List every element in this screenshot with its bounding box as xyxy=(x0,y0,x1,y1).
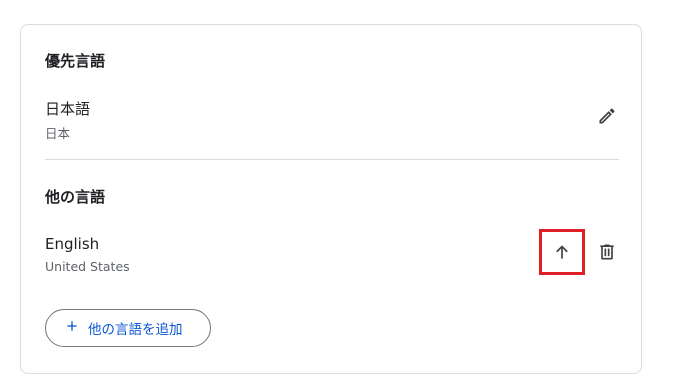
other-language-region: United States xyxy=(45,259,130,274)
preferred-language-region: 日本 xyxy=(45,126,71,141)
add-language-label: 他の言語を追加 xyxy=(88,322,183,338)
add-language-button[interactable]: 他の言語を追加 xyxy=(45,309,211,347)
language-card: 優先言語 日本語 日本 他の言語 English United States 他… xyxy=(20,24,642,374)
preferred-language-heading: 優先言語 xyxy=(45,52,106,70)
section-divider xyxy=(45,159,619,160)
highlight-box xyxy=(539,229,585,275)
pencil-icon xyxy=(597,106,617,126)
edit-preferred-language-button[interactable] xyxy=(592,101,622,131)
other-languages-heading: 他の言語 xyxy=(45,188,106,206)
trash-icon xyxy=(597,242,617,262)
preferred-language-name: 日本語 xyxy=(45,100,91,118)
delete-language-button[interactable] xyxy=(592,237,622,267)
other-language-name: English xyxy=(45,235,100,253)
plus-icon xyxy=(64,318,80,338)
